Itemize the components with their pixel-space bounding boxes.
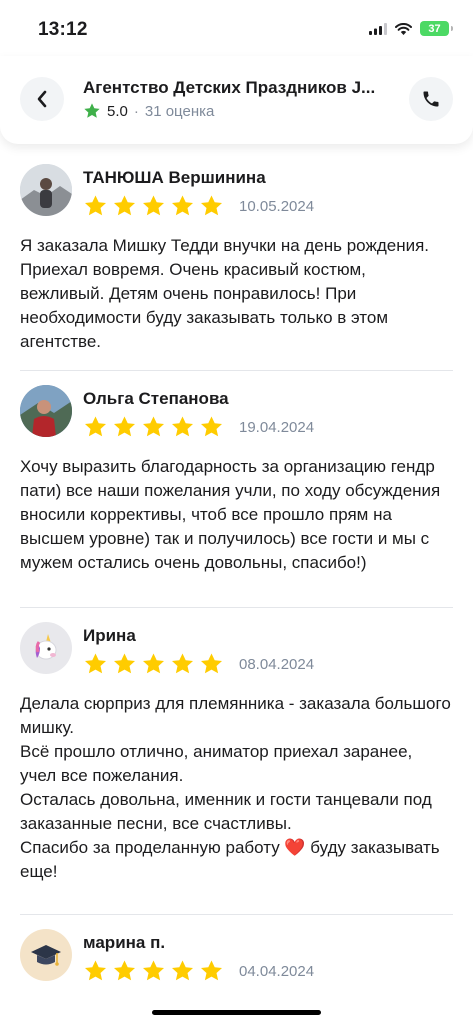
status-bar: 13:12 37 bbox=[0, 0, 473, 56]
review-item: ТАНЮША Вершинина 10.05.2024 Я заказала М… bbox=[0, 150, 473, 370]
author-name[interactable]: ТАНЮША Вершинина bbox=[83, 168, 314, 188]
rating-count[interactable]: 31 оценка bbox=[145, 103, 214, 120]
review-date: 19.04.2024 bbox=[239, 418, 315, 436]
star-icon bbox=[172, 960, 193, 981]
star-icon bbox=[172, 416, 193, 437]
review-text: Делала сюрприз для племянника - заказала… bbox=[20, 694, 451, 881]
separator-dot: · bbox=[133, 102, 139, 120]
review-meta: ТАНЮША Вершинина 10.05.2024 bbox=[83, 164, 314, 218]
review-text: Хочу выразить благодарность за организац… bbox=[20, 457, 441, 572]
back-button[interactable] bbox=[20, 77, 64, 121]
star-icon bbox=[201, 416, 222, 437]
avatar[interactable] bbox=[20, 929, 72, 981]
rating-row: 04.04.2024 bbox=[83, 959, 314, 982]
star-icon bbox=[143, 195, 164, 216]
star-icon bbox=[114, 195, 135, 216]
status-time: 13:12 bbox=[38, 19, 88, 40]
star-icon bbox=[114, 416, 135, 437]
org-rating: 5.0 · 31 оценка bbox=[83, 102, 214, 120]
star-icon bbox=[85, 653, 106, 674]
review-header: Ирина 08.04.2024 bbox=[20, 622, 453, 684]
review-item: марина п. 04.04.2024 bbox=[0, 915, 473, 982]
avatar[interactable] bbox=[20, 385, 72, 437]
avatar[interactable] bbox=[20, 622, 72, 674]
org-header: Агентство Детских Праздников J... 5.0 · … bbox=[0, 56, 473, 144]
chevron-left-icon bbox=[37, 90, 47, 108]
review-header: марина п. 04.04.2024 bbox=[20, 929, 453, 982]
star-rating bbox=[83, 415, 224, 439]
battery-level: 37 bbox=[428, 22, 441, 35]
org-title[interactable]: Агентство Детских Праздников J... bbox=[83, 78, 393, 98]
review-date: 10.05.2024 bbox=[239, 197, 315, 215]
review-meta: Ирина 08.04.2024 bbox=[83, 622, 314, 676]
phone-icon bbox=[423, 91, 439, 107]
review-text: Я заказала Мишку Тедди внучки на день ро… bbox=[20, 236, 430, 351]
star-icon bbox=[114, 960, 135, 981]
star-icon bbox=[143, 416, 164, 437]
avatar-photo bbox=[20, 385, 72, 437]
star-icon bbox=[85, 416, 106, 437]
star-icon bbox=[201, 960, 222, 981]
author-name[interactable]: Ольга Степанова bbox=[83, 389, 314, 409]
star-rating bbox=[83, 194, 224, 218]
graduation-cap-icon bbox=[31, 945, 61, 966]
review-date: 04.04.2024 bbox=[239, 962, 315, 980]
review-header: Ольга Степанова 19.04.2024 bbox=[20, 385, 453, 447]
rating-row: 19.04.2024 bbox=[83, 415, 314, 439]
signal-icon bbox=[369, 22, 387, 35]
review-meta: Ольга Степанова 19.04.2024 bbox=[83, 385, 314, 439]
author-name[interactable]: Ирина bbox=[83, 626, 314, 646]
star-icon bbox=[172, 653, 193, 674]
review-item: Ирина 08.04.2024 Делала сюрприз для плем… bbox=[0, 608, 473, 914]
unicorn-icon bbox=[35, 634, 57, 660]
rating-row: 10.05.2024 bbox=[83, 194, 314, 218]
review-item: Ольга Степанова 19.04.2024 Хочу выразить… bbox=[0, 371, 473, 607]
review-date: 08.04.2024 bbox=[239, 655, 315, 673]
star-icon bbox=[114, 653, 135, 674]
star-icon bbox=[84, 103, 100, 118]
rating-row: 08.04.2024 bbox=[83, 652, 314, 676]
wifi-icon bbox=[395, 22, 412, 35]
star-icon bbox=[85, 960, 106, 981]
star-icon bbox=[143, 653, 164, 674]
star-icon bbox=[201, 195, 222, 216]
avatar[interactable] bbox=[20, 164, 72, 216]
rating-value: 5.0 bbox=[107, 102, 128, 120]
avatar-photo bbox=[20, 164, 72, 216]
star-rating bbox=[83, 652, 224, 676]
star-icon bbox=[85, 195, 106, 216]
review-meta: марина п. 04.04.2024 bbox=[83, 929, 314, 982]
review-header: ТАНЮША Вершинина 10.05.2024 bbox=[20, 164, 453, 226]
home-indicator[interactable] bbox=[152, 1010, 321, 1015]
call-button[interactable] bbox=[409, 77, 453, 121]
reviews-list[interactable]: ТАНЮША Вершинина 10.05.2024 Я заказала М… bbox=[0, 150, 473, 982]
star-icon bbox=[143, 960, 164, 981]
star-rating bbox=[83, 959, 224, 982]
status-icons: 37 bbox=[369, 21, 453, 36]
battery-icon: 37 bbox=[420, 21, 453, 36]
author-name[interactable]: марина п. bbox=[83, 933, 314, 953]
star-icon bbox=[172, 195, 193, 216]
star-icon bbox=[201, 653, 222, 674]
